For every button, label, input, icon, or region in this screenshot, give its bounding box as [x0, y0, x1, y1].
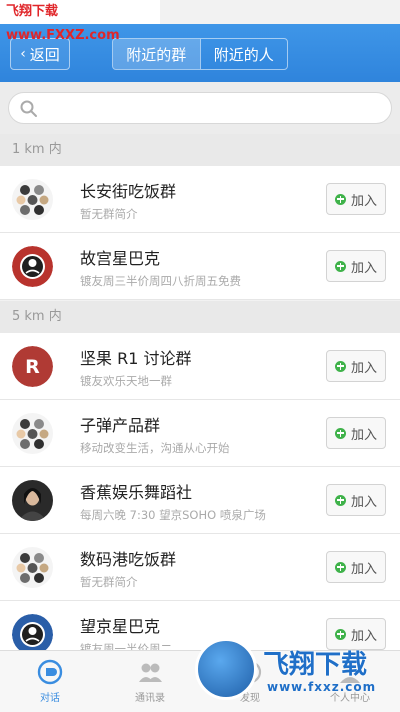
join-label: 加入: [350, 561, 377, 577]
starbucks-logo-icon: [12, 246, 53, 287]
watermark-top: 飞翔下载 www.FXXZ.com: [0, 0, 160, 43]
search-area: [0, 82, 400, 134]
portrait-icon: [12, 480, 53, 521]
plus-icon: [334, 427, 346, 439]
group-title: 香蕉娱乐舞蹈社: [80, 483, 193, 502]
group-title: 长安街吃饭群: [80, 182, 177, 201]
join-button[interactable]: 加入: [326, 484, 386, 516]
tab-label: 对话: [40, 693, 60, 704]
join-label: 加入: [350, 427, 377, 443]
group-description: 每周六晚 7:30 望京SOHO 喷泉广场: [80, 508, 266, 522]
chevron-left-icon: ‹: [20, 46, 26, 62]
contacts-icon: [139, 663, 162, 682]
group-description: 镀友周三半价周四八折周五免费: [80, 274, 241, 288]
watermark-bottom: 飞翔下载 www.fxxz.com: [185, 634, 400, 712]
chat-bubble-icon: [37, 659, 63, 685]
section-header-5km: 5 km 内: [0, 301, 400, 333]
watermark-brand: 飞翔下载: [263, 650, 368, 680]
group-collage-icon: [12, 179, 53, 220]
group-description: 暂无群简介: [80, 575, 138, 589]
group-description: 移动改变生活，沟通从心开始: [80, 441, 230, 455]
list-item[interactable]: 长安街吃饭群 暂无群简介 加入: [0, 166, 400, 233]
group-title: 数码港吃饭群: [80, 550, 177, 569]
segment-control: 附近的群 附近的人: [112, 38, 288, 70]
list-item[interactable]: 故宫星巴克 镀友周三半价周四八折周五免费 加入: [0, 233, 400, 300]
search-icon: [20, 100, 37, 117]
join-button[interactable]: 加入: [326, 551, 386, 583]
list-item[interactable]: 香蕉娱乐舞蹈社 每周六晚 7:30 望京SOHO 喷泉广场 加入: [0, 467, 400, 534]
group-title: 望京星巴克: [80, 617, 161, 636]
join-button[interactable]: 加入: [326, 350, 386, 382]
tab-label: 通讯录: [135, 693, 165, 704]
join-button[interactable]: 加入: [326, 417, 386, 449]
group-title: 坚果 R1 讨论群: [80, 349, 192, 368]
join-button[interactable]: 加入: [326, 250, 386, 282]
tab-chats[interactable]: 对话: [0, 651, 100, 712]
plus-icon: [334, 260, 346, 272]
search-input[interactable]: [8, 92, 392, 124]
plus-icon: [334, 193, 346, 205]
group-collage-icon: [12, 547, 53, 588]
starbucks-logo-icon: [12, 614, 53, 655]
group-description: 暂无群简介: [80, 207, 138, 221]
tab-nearby-people[interactable]: 附近的人: [201, 39, 288, 69]
watermark-site: www.fxxz.com: [267, 680, 377, 694]
list-item[interactable]: R 坚果 R1 讨论群 镀友欢乐天地一群 加入: [0, 333, 400, 400]
group-title: 子弹产品群: [80, 416, 161, 435]
letter-r-icon: R: [12, 346, 53, 387]
group-collage-icon: [12, 413, 53, 454]
join-button[interactable]: 加入: [326, 183, 386, 215]
list-item[interactable]: 数码港吃饭群 暂无群简介 加入: [0, 534, 400, 601]
join-label: 加入: [350, 193, 377, 209]
list-item[interactable]: 子弹产品群 移动改变生活，沟通从心开始 加入: [0, 400, 400, 467]
watermark-logo-icon: [195, 638, 257, 700]
group-title: 故宫星巴克: [80, 249, 161, 268]
join-label: 加入: [350, 494, 377, 510]
plus-icon: [334, 360, 346, 372]
join-label: 加入: [350, 260, 377, 276]
join-label: 加入: [350, 360, 377, 376]
section-header-1km: 1 km 内: [0, 134, 400, 166]
svg-text:R: R: [25, 356, 40, 378]
plus-icon: [334, 494, 346, 506]
plus-icon: [334, 561, 346, 573]
tab-nearby-groups[interactable]: 附近的群: [113, 39, 200, 69]
group-description: 镀友欢乐天地一群: [80, 374, 172, 388]
